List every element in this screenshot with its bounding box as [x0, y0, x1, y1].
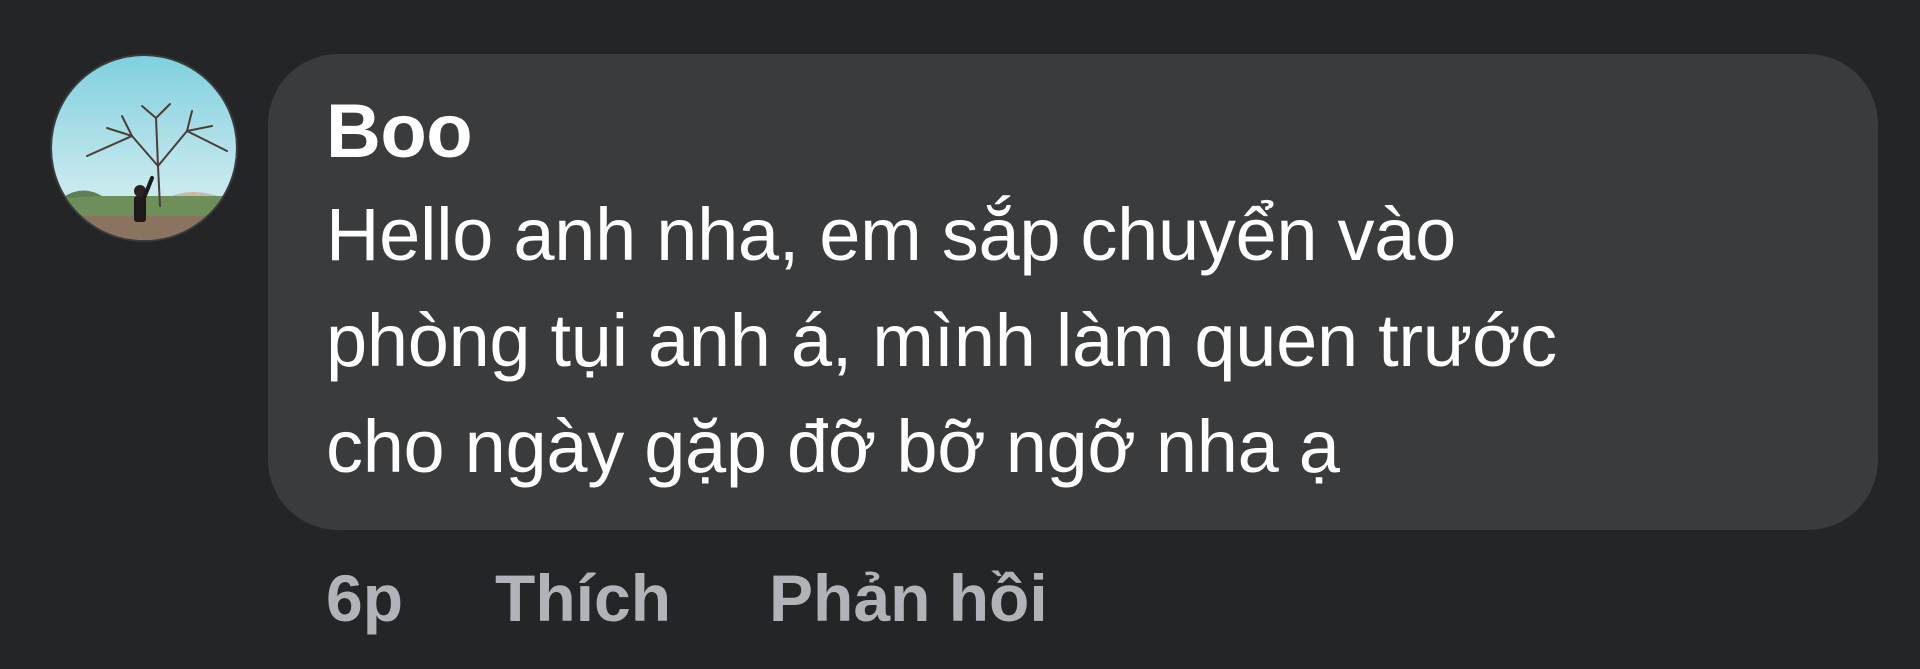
comment-text-line: cho ngày gặp đỡ bỡ ngỡ nha ạ	[326, 405, 1340, 488]
comment-bubble: Boo Hello anh nha, em sắp chuyển vào phò…	[268, 54, 1878, 530]
avatar-photo	[52, 56, 236, 240]
comment-author[interactable]: Boo	[326, 94, 1818, 170]
comment-timestamp[interactable]: 6p	[326, 565, 403, 631]
comment-actions: 6p Thích Phản hồi	[326, 565, 1048, 631]
comment-text-line: phòng tụi anh á, mình làm quen trước	[326, 299, 1557, 382]
reply-button[interactable]: Phản hồi	[769, 565, 1048, 631]
like-button[interactable]: Thích	[495, 565, 671, 631]
avatar[interactable]	[50, 54, 238, 242]
comment: Boo Hello anh nha, em sắp chuyển vào phò…	[0, 0, 1920, 669]
comment-text: Hello anh nha, em sắp chuyển vào phòng t…	[326, 182, 1818, 500]
comment-text-line: Hello anh nha, em sắp chuyển vào	[326, 193, 1456, 276]
